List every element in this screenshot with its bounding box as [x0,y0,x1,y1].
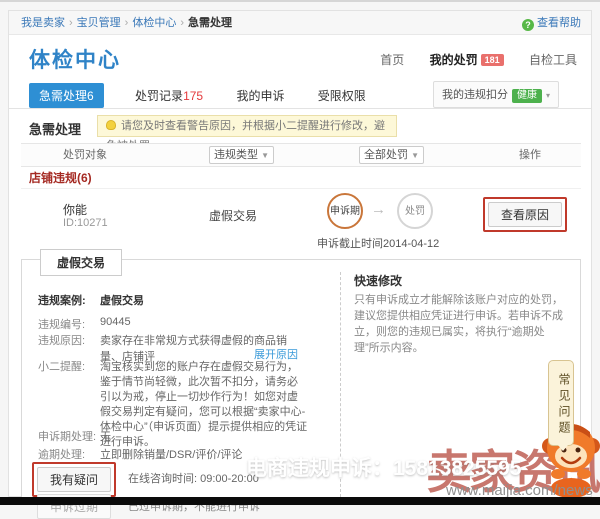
tab-urgent[interactable]: 急需处理6 [29,83,104,108]
violation-score-box[interactable]: 我的违规扣分健康 ▾ [433,81,559,108]
notice-box: 请您及时查看警告原因，并根据小二提醒进行修改，避免被处罚。 [97,115,397,137]
shop-violation-group-title: 店铺违规(6) [29,171,92,185]
case-row: 违规案例:虚假交易 [38,292,308,308]
tab-restricted[interactable]: 受限权限 [316,83,368,108]
tab-restricted-label: 受限权限 [318,89,366,103]
violation-type-select[interactable]: 违规类型 ▼ [209,146,274,164]
breadcrumb-items-manage[interactable]: 宝贝管理 [77,17,121,29]
breadcrumb-current: 急需处理 [188,17,232,29]
violation-number-row: 违规编号:90445 [38,316,308,332]
penalty-count-badge: 181 [481,54,504,66]
breadcrumb-separator: › [69,17,73,29]
nav-home-link[interactable]: 首页 [380,53,404,67]
breadcrumb-separator: › [180,17,184,29]
annotation-highlight-box: 查看原因 [483,197,567,232]
notice-row: 急需处理 请您及时查看警告原因，并根据小二提醒进行修改，避免被处罚。 [9,111,591,143]
view-help-label: 查看帮助 [537,17,581,29]
violation-number-label: 违规编号: [38,316,100,332]
tabs: 急需处理6 处罚记录175 我的申诉 受限权限 [29,83,394,108]
tab-penalty-records[interactable]: 处罚记录175 [133,83,205,108]
tab-my-appeals-label: 我的申诉 [236,89,284,103]
table-header: 处罚对象 违规类型 ▼ 全部处罚 ▼ 操作 [21,143,581,167]
faq-label: 常见问题 [549,369,573,441]
question-button-wrap: 我有疑问 [32,462,116,497]
case-value: 虚假交易 [100,292,308,308]
tab-urgent-label: 急需处理 [39,89,87,103]
violation-group-row: 店铺违规(6) [21,167,581,189]
tab-penalty-records-count: 175 [183,89,203,103]
breadcrumb-health-center[interactable]: 体检中心 [132,17,176,29]
tab-penalty-records-label: 处罚记录 [135,89,183,103]
shop-id: ID:10271 [63,217,108,229]
nav-my-penalty-label: 我的处罚 [430,53,478,67]
col-action: 操作 [519,144,541,166]
violation-type: 虚假交易 [209,207,257,224]
view-help-link[interactable]: ?查看帮助 [522,11,581,35]
i-have-question-button[interactable]: 我有疑问 [37,467,111,492]
row-action-cell: 查看原因 [483,197,567,232]
breadcrumb: 我是卖家›宝贝管理›体检中心›急需处理 [21,11,232,35]
case-label: 违规案例: [38,292,100,308]
overdue-handling-label: 逾期处理: [38,446,100,462]
tab-urgent-count: 6 [87,89,94,103]
breadcrumb-seller[interactable]: 我是卖家 [21,17,65,29]
quick-fix-title: 快速修改 [354,272,402,289]
caret-down-icon: ▼ [261,151,269,160]
nav-my-penalty-link[interactable]: 我的处罚181 [430,53,504,67]
appeal-handling-label: 申诉期处理: [38,428,100,444]
main-panel: 我是卖家›宝贝管理›体检中心›急需处理 ?查看帮助 体检中心 首页 我的处罚18… [8,10,592,497]
screenshot-stage: 我是卖家›宝贝管理›体检中心›急需处理 ?查看帮助 体检中心 首页 我的处罚18… [0,0,600,505]
page-header: 体检中心 首页 我的处罚181 自检工具 [9,35,591,79]
page-title: 体检中心 [29,44,121,74]
penalty-filter-value: 全部处罚 [364,149,408,161]
penalty-stage: 处罚 [397,193,433,229]
annotation-highlight-box: 我有疑问 [32,462,116,497]
help-icon: ? [522,19,534,31]
header-nav: 首页 我的处罚181 自检工具 [358,51,577,68]
bulb-icon [106,120,116,130]
bottom-black-bar [0,497,600,505]
breadcrumb-separator: › [125,17,129,29]
online-service-time: 在线咨询时间: 09:00-20:00 [128,470,259,486]
breadcrumb-bar: 我是卖家›宝贝管理›体检中心›急需处理 ?查看帮助 [9,11,591,35]
arrow-right-icon: → [371,201,386,218]
table-row: 你能 ID:10271 虚假交易 申诉期 → 处罚 申诉截止时间2014-04-… [21,189,581,257]
appeal-handling-value: 无 [100,428,308,444]
phone-watermark: 电商违规申诉：15813825595 [246,452,521,482]
caret-down-icon: ▼ [411,151,419,160]
chevron-down-icon: ▾ [546,91,550,100]
faq-bubble[interactable]: 常见问题 [548,360,574,446]
staff-tip-label: 小二提醒: [38,360,100,375]
tab-bar: 急需处理6 处罚记录175 我的申诉 受限权限 我的违规扣分健康 ▾ [9,79,591,109]
urgent-section-title: 急需处理 [29,119,81,138]
nav-selfcheck-link[interactable]: 自检工具 [529,53,577,67]
view-reason-button[interactable]: 查看原因 [488,202,562,227]
score-label: 我的违规扣分 [442,89,508,101]
appeal-period-stage: 申诉期 [327,193,363,229]
violation-type-value: 违规类型 [214,149,258,161]
penalty-filter-select[interactable]: 全部处罚 ▼ [359,146,424,164]
tab-my-appeals[interactable]: 我的申诉 [234,83,286,108]
health-status-badge: 健康 [512,89,542,103]
violation-number-value: 90445 [100,316,308,328]
shop-name: 你能 [63,201,87,218]
quick-fix-text: 只有申诉成立才能解除该账户对应的处罚，建议您提供相应凭证进行申诉。若申诉不成立，… [354,292,566,356]
top-divider [0,0,600,2]
violation-reason-label: 违规原因: [38,332,100,348]
appeal-handling-row: 申诉期处理:无 [38,428,308,444]
col-penalty-object: 处罚对象 [63,144,107,166]
appeal-deadline: 申诉截止时间2014-04-12 [317,235,439,251]
